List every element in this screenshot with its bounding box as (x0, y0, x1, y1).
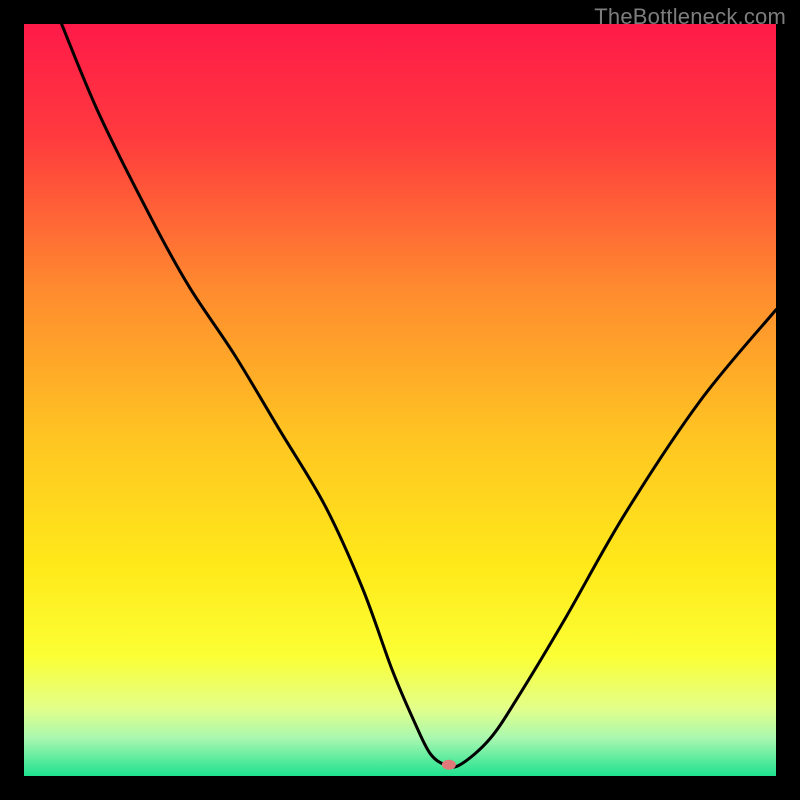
chart-plot-area (24, 24, 776, 776)
optimum-marker (442, 760, 456, 770)
chart-background-gradient (24, 24, 776, 776)
chart-svg (24, 24, 776, 776)
chart-frame: TheBottleneck.com (0, 0, 800, 800)
watermark-text: TheBottleneck.com (594, 4, 786, 30)
